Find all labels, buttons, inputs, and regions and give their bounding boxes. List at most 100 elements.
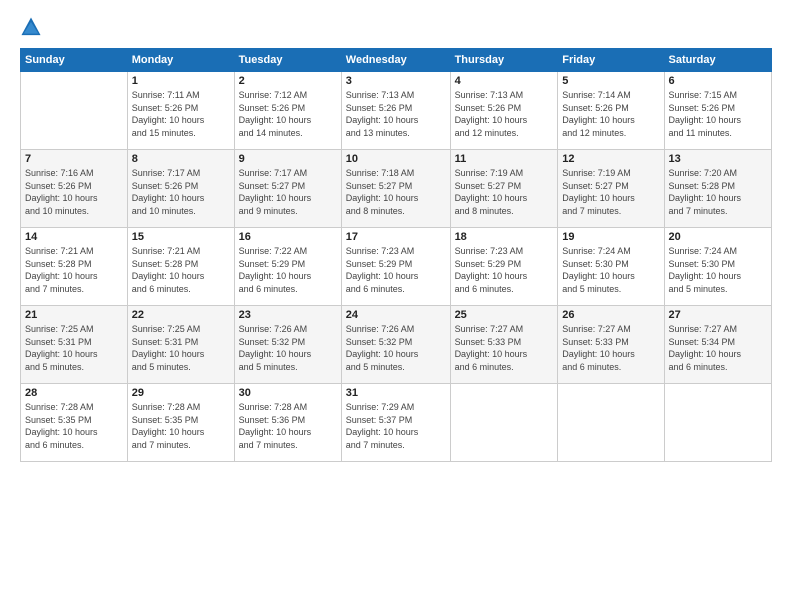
calendar-cell: 18 Sunrise: 7:23 AM Sunset: 5:29 PM Dayli…	[450, 228, 558, 306]
day-number: 13	[669, 153, 767, 165]
calendar-cell: 28 Sunrise: 7:28 AM Sunset: 5:35 PM Dayli…	[21, 384, 128, 462]
day-info: Sunrise: 7:11 AM Sunset: 5:26 PM Dayligh…	[132, 89, 230, 139]
day-info: Sunrise: 7:27 AM Sunset: 5:33 PM Dayligh…	[455, 323, 554, 373]
day-info: Sunrise: 7:19 AM Sunset: 5:27 PM Dayligh…	[562, 167, 659, 217]
calendar-cell: 22 Sunrise: 7:25 AM Sunset: 5:31 PM Dayli…	[127, 306, 234, 384]
calendar-cell: 2Sunrise: 7:12 AM Sunset: 5:26 PM Daylig…	[234, 72, 341, 150]
logo-icon	[20, 16, 42, 38]
day-info: Sunrise: 7:13 AM Sunset: 5:26 PM Dayligh…	[346, 89, 446, 139]
day-info: Sunrise: 7:14 AM Sunset: 5:26 PM Dayligh…	[562, 89, 659, 139]
calendar-cell: 31 Sunrise: 7:29 AM Sunset: 5:37 PM Dayli…	[341, 384, 450, 462]
day-info: Sunrise: 7:21 AM Sunset: 5:28 PM Dayligh…	[25, 245, 123, 295]
day-info: Sunrise: 7:29 AM Sunset: 5:37 PM Dayligh…	[346, 401, 446, 451]
day-info: Sunrise: 7:26 AM Sunset: 5:32 PM Dayligh…	[346, 323, 446, 373]
day-number: 29	[132, 387, 230, 399]
day-info: Sunrise: 7:23 AM Sunset: 5:29 PM Dayligh…	[455, 245, 554, 295]
day-number: 22	[132, 309, 230, 321]
day-number: 7	[25, 153, 123, 165]
calendar-cell: 23 Sunrise: 7:26 AM Sunset: 5:32 PM Dayli…	[234, 306, 341, 384]
calendar-cell: 30 Sunrise: 7:28 AM Sunset: 5:36 PM Dayli…	[234, 384, 341, 462]
day-info: Sunrise: 7:18 AM Sunset: 5:27 PM Dayligh…	[346, 167, 446, 217]
calendar-cell: 26Sunrise: 7:27 AM Sunset: 5:33 PM Dayli…	[558, 306, 664, 384]
day-number: 24	[346, 309, 446, 321]
day-number: 18	[455, 231, 554, 243]
day-info: Sunrise: 7:19 AM Sunset: 5:27 PM Dayligh…	[455, 167, 554, 217]
weekday-header: Thursday	[450, 49, 558, 72]
calendar-cell	[21, 72, 128, 150]
calendar-cell: 1 Sunrise: 7:11 AM Sunset: 5:26 PM Daylig…	[127, 72, 234, 150]
calendar-cell: 25 Sunrise: 7:27 AM Sunset: 5:33 PM Dayli…	[450, 306, 558, 384]
day-number: 28	[25, 387, 123, 399]
weekday-header: Friday	[558, 49, 664, 72]
day-info: Sunrise: 7:28 AM Sunset: 5:35 PM Dayligh…	[25, 401, 123, 451]
calendar-cell: 9 Sunrise: 7:17 AM Sunset: 5:27 PM Daylig…	[234, 150, 341, 228]
day-info: Sunrise: 7:15 AM Sunset: 5:26 PM Dayligh…	[669, 89, 767, 139]
weekday-header: Wednesday	[341, 49, 450, 72]
day-info: Sunrise: 7:17 AM Sunset: 5:26 PM Dayligh…	[132, 167, 230, 217]
day-info: Sunrise: 7:27 AM Sunset: 5:33 PM Dayligh…	[562, 323, 659, 373]
calendar-cell: 12 Sunrise: 7:19 AM Sunset: 5:27 PM Dayli…	[558, 150, 664, 228]
header	[20, 16, 772, 38]
day-info: Sunrise: 7:25 AM Sunset: 5:31 PM Dayligh…	[132, 323, 230, 373]
calendar-cell	[664, 384, 771, 462]
calendar-cell: 17Sunrise: 7:23 AM Sunset: 5:29 PM Dayli…	[341, 228, 450, 306]
calendar-cell	[558, 384, 664, 462]
day-number: 3	[346, 75, 446, 87]
calendar-cell: 19 Sunrise: 7:24 AM Sunset: 5:30 PM Dayli…	[558, 228, 664, 306]
calendar-cell: 20Sunrise: 7:24 AM Sunset: 5:30 PM Dayli…	[664, 228, 771, 306]
calendar-cell: 8 Sunrise: 7:17 AM Sunset: 5:26 PM Daylig…	[127, 150, 234, 228]
day-info: Sunrise: 7:27 AM Sunset: 5:34 PM Dayligh…	[669, 323, 767, 373]
day-number: 4	[455, 75, 554, 87]
day-number: 30	[239, 387, 337, 399]
day-number: 25	[455, 309, 554, 321]
day-number: 8	[132, 153, 230, 165]
day-info: Sunrise: 7:25 AM Sunset: 5:31 PM Dayligh…	[25, 323, 123, 373]
day-number: 5	[562, 75, 659, 87]
day-number: 23	[239, 309, 337, 321]
calendar-cell: 5 Sunrise: 7:14 AM Sunset: 5:26 PM Daylig…	[558, 72, 664, 150]
calendar-cell: 16 Sunrise: 7:22 AM Sunset: 5:29 PM Dayli…	[234, 228, 341, 306]
calendar-cell: 4 Sunrise: 7:13 AM Sunset: 5:26 PM Daylig…	[450, 72, 558, 150]
day-number: 1	[132, 75, 230, 87]
day-number: 6	[669, 75, 767, 87]
calendar-cell: 10Sunrise: 7:18 AM Sunset: 5:27 PM Dayli…	[341, 150, 450, 228]
calendar-cell: 15 Sunrise: 7:21 AM Sunset: 5:28 PM Dayli…	[127, 228, 234, 306]
day-info: Sunrise: 7:28 AM Sunset: 5:36 PM Dayligh…	[239, 401, 337, 451]
day-number: 19	[562, 231, 659, 243]
day-number: 21	[25, 309, 123, 321]
logo	[20, 16, 46, 38]
day-number: 12	[562, 153, 659, 165]
day-info: Sunrise: 7:16 AM Sunset: 5:26 PM Dayligh…	[25, 167, 123, 217]
day-info: Sunrise: 7:28 AM Sunset: 5:35 PM Dayligh…	[132, 401, 230, 451]
day-info: Sunrise: 7:13 AM Sunset: 5:26 PM Dayligh…	[455, 89, 554, 139]
day-number: 16	[239, 231, 337, 243]
calendar-cell: 24 Sunrise: 7:26 AM Sunset: 5:32 PM Dayli…	[341, 306, 450, 384]
calendar-cell: 11 Sunrise: 7:19 AM Sunset: 5:27 PM Dayli…	[450, 150, 558, 228]
day-info: Sunrise: 7:22 AM Sunset: 5:29 PM Dayligh…	[239, 245, 337, 295]
calendar-cell: 13 Sunrise: 7:20 AM Sunset: 5:28 PM Dayli…	[664, 150, 771, 228]
day-info: Sunrise: 7:26 AM Sunset: 5:32 PM Dayligh…	[239, 323, 337, 373]
calendar-cell: 27 Sunrise: 7:27 AM Sunset: 5:34 PM Dayli…	[664, 306, 771, 384]
day-info: Sunrise: 7:17 AM Sunset: 5:27 PM Dayligh…	[239, 167, 337, 217]
weekday-header: Monday	[127, 49, 234, 72]
calendar-cell: 29 Sunrise: 7:28 AM Sunset: 5:35 PM Dayli…	[127, 384, 234, 462]
calendar-cell: 14Sunrise: 7:21 AM Sunset: 5:28 PM Dayli…	[21, 228, 128, 306]
calendar-cell: 3 Sunrise: 7:13 AM Sunset: 5:26 PM Daylig…	[341, 72, 450, 150]
day-number: 11	[455, 153, 554, 165]
day-info: Sunrise: 7:24 AM Sunset: 5:30 PM Dayligh…	[562, 245, 659, 295]
day-number: 2	[239, 75, 337, 87]
weekday-header: Tuesday	[234, 49, 341, 72]
calendar-cell: 21 Sunrise: 7:25 AM Sunset: 5:31 PM Dayli…	[21, 306, 128, 384]
page: SundayMondayTuesdayWednesdayThursdayFrid…	[0, 0, 792, 612]
day-number: 27	[669, 309, 767, 321]
calendar-cell: 7 Sunrise: 7:16 AM Sunset: 5:26 PM Daylig…	[21, 150, 128, 228]
day-info: Sunrise: 7:23 AM Sunset: 5:29 PM Dayligh…	[346, 245, 446, 295]
day-info: Sunrise: 7:24 AM Sunset: 5:30 PM Dayligh…	[669, 245, 767, 295]
weekday-header: Sunday	[21, 49, 128, 72]
calendar: SundayMondayTuesdayWednesdayThursdayFrid…	[20, 48, 772, 462]
day-number: 15	[132, 231, 230, 243]
day-info: Sunrise: 7:20 AM Sunset: 5:28 PM Dayligh…	[669, 167, 767, 217]
day-number: 9	[239, 153, 337, 165]
day-info: Sunrise: 7:21 AM Sunset: 5:28 PM Dayligh…	[132, 245, 230, 295]
day-number: 31	[346, 387, 446, 399]
